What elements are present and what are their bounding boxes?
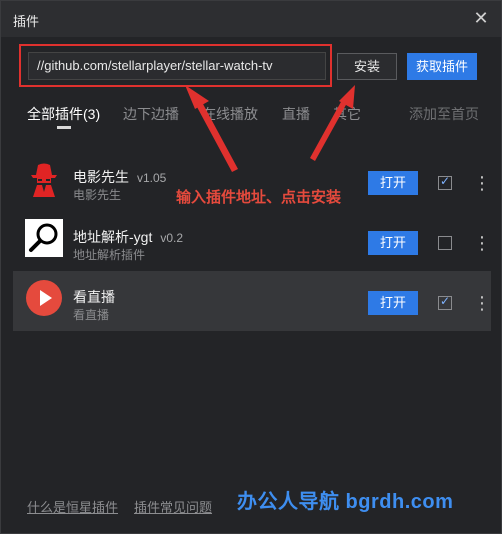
more-vertical-icon[interactable]: ⋮ bbox=[473, 291, 491, 315]
more-vertical-icon[interactable]: ⋮ bbox=[473, 171, 491, 195]
tab-all[interactable]: 全部插件(3) bbox=[27, 104, 100, 124]
plugin-name: 地址解析-ygt v0.2 bbox=[73, 229, 184, 245]
plugin-url-input[interactable]: //github.com/stellarplayer/stellar-watch… bbox=[28, 52, 326, 80]
plugin-window: 插件 ✕ //github.com/stellarplayer/stellar-… bbox=[0, 0, 502, 534]
red-spy-icon bbox=[31, 163, 57, 197]
enable-checkbox[interactable] bbox=[438, 236, 452, 250]
plugin-description: 地址解析插件 bbox=[73, 248, 146, 262]
plugin-list: 电影先生v1.05 电影先生 打开 ⋮ 地址解析-ygtv0.2 地址解析插件 … bbox=[13, 151, 491, 331]
install-button[interactable]: 安装 bbox=[337, 53, 397, 80]
what-is-plugin-link[interactable]: 什么是恒星插件 bbox=[27, 497, 118, 516]
get-plugins-button[interactable]: 获取插件 bbox=[407, 53, 477, 80]
plugin-faq-link[interactable]: 插件常见问题 bbox=[134, 497, 212, 516]
play-circle-icon bbox=[26, 280, 62, 316]
tab-live[interactable]: 直播 bbox=[282, 104, 310, 124]
title-bar: 插件 ✕ bbox=[1, 1, 501, 37]
tab-online-play[interactable]: 在线播放 bbox=[202, 104, 258, 124]
add-to-home-link[interactable]: 添加至首页 bbox=[409, 104, 479, 124]
close-icon[interactable]: ✕ bbox=[471, 8, 491, 28]
open-plugin-button[interactable]: 打开 bbox=[368, 171, 418, 195]
open-plugin-button[interactable]: 打开 bbox=[368, 291, 418, 315]
enable-checkbox[interactable] bbox=[438, 174, 452, 190]
active-tab-indicator bbox=[57, 126, 71, 129]
tab-stream-download[interactable]: 边下边播 bbox=[123, 104, 179, 124]
enable-checkbox[interactable] bbox=[438, 294, 452, 310]
window-title: 插件 bbox=[13, 14, 40, 29]
more-vertical-icon[interactable]: ⋮ bbox=[473, 231, 491, 255]
plugin-description: 电影先生 bbox=[73, 188, 122, 202]
plugin-row: 地址解析-ygt v0.2 地址解析插件 打开 ⋮ bbox=[13, 211, 491, 271]
plugin-row: 看直播 看直播 打开 ⋮ bbox=[13, 271, 491, 331]
plugin-name: 看直播 bbox=[73, 289, 115, 305]
plugin-name: 电影先生 v1.05 bbox=[73, 169, 167, 185]
plugin-version: v0.2 bbox=[160, 231, 184, 245]
open-plugin-button[interactable]: 打开 bbox=[368, 231, 418, 255]
plugin-version: v1.05 bbox=[137, 171, 167, 185]
watermark: 办公人导航 bgrdh.com bbox=[237, 491, 454, 513]
magnifier-icon bbox=[25, 219, 63, 257]
tab-other[interactable]: 其它 bbox=[333, 104, 361, 124]
install-instruction-annotation: 输入插件地址、点击安装 bbox=[176, 189, 342, 206]
plugin-description: 看直播 bbox=[73, 308, 110, 322]
